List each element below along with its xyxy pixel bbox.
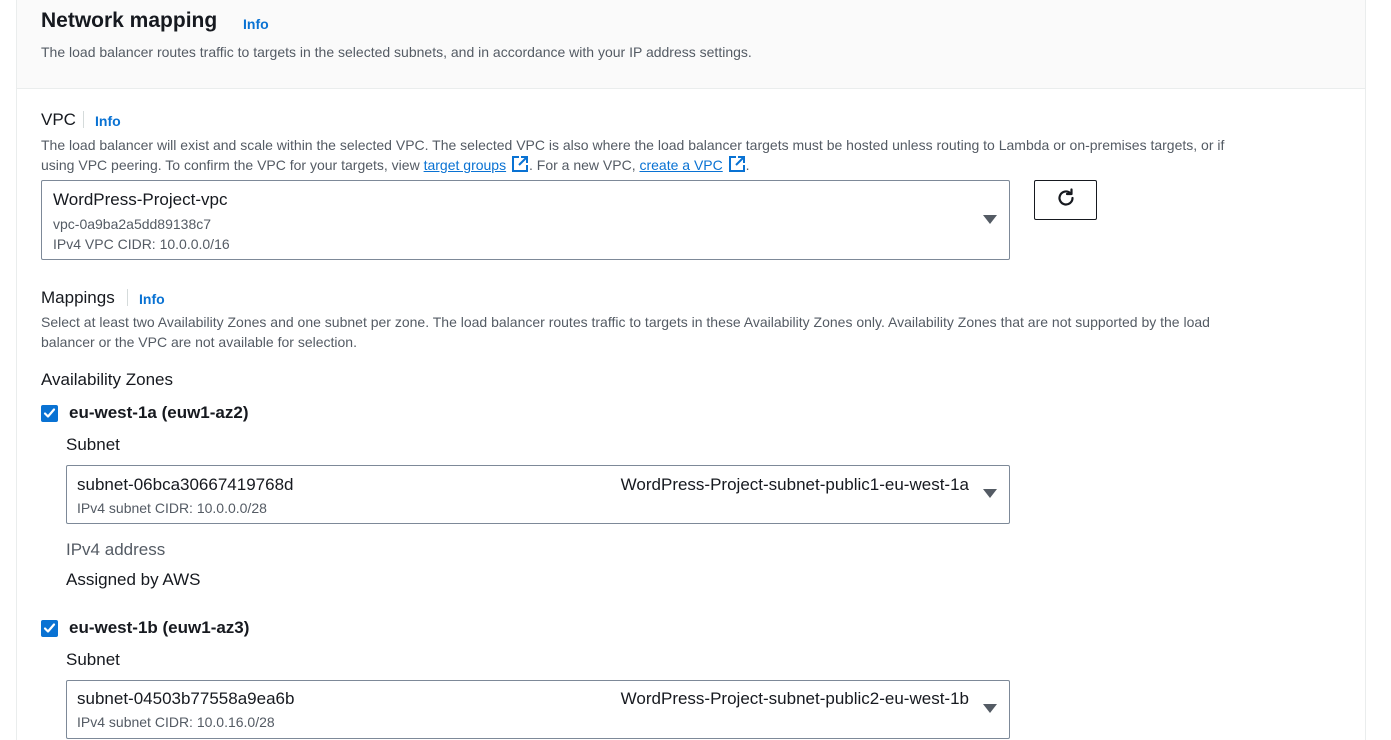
az-checkbox-eu-west-1a[interactable] (41, 405, 58, 422)
mappings-label: Mappings (41, 288, 115, 307)
subnet-name: WordPress-Project-subnet-public1-eu-west… (620, 475, 969, 494)
az-label-eu-west-1b[interactable]: eu-west-1b (euw1-az3) (69, 618, 249, 638)
vpc-description-line2: using VPC peering. To confirm the VPC fo… (41, 155, 750, 178)
vpc-description-mid: . For a new VPC, (528, 157, 640, 173)
vpc-selected-cidr: IPv4 VPC CIDR: 10.0.0.0/16 (53, 236, 230, 252)
subnet-name: WordPress-Project-subnet-public2-eu-west… (620, 689, 969, 708)
vpc-selected-id: vpc-0a9ba2a5dd89138c7 (53, 216, 212, 232)
refresh-icon (1055, 187, 1077, 214)
external-link-icon[interactable] (728, 155, 746, 178)
create-vpc-link[interactable]: create a VPC (639, 157, 722, 173)
vpc-info-link[interactable]: Info (95, 113, 121, 129)
mappings-info-link[interactable]: Info (139, 291, 165, 307)
subnet-select-eu-west-1a[interactable]: subnet-06bca30667419768d WordPress-Proje… (66, 465, 1010, 524)
subnet-cidr: IPv4 subnet CIDR: 10.0.16.0/28 (77, 714, 275, 730)
section-description: The load balancer routes traffic to targ… (41, 44, 752, 60)
mappings-description-line2: balancer or the VPC are not available fo… (41, 334, 357, 350)
subnet-id: subnet-06bca30667419768d (77, 475, 294, 494)
subnet-label: Subnet (66, 435, 120, 454)
vpc-description-line1: The load balancer will exist and scale w… (41, 137, 1225, 153)
az-label-eu-west-1a[interactable]: eu-west-1a (euw1-az2) (69, 403, 249, 423)
az-checkbox-eu-west-1b[interactable] (41, 620, 58, 637)
external-link-icon[interactable] (511, 155, 529, 178)
checkmark-icon (43, 623, 56, 633)
subnet-id: subnet-04503b77558a9ea6b (77, 689, 295, 708)
subnet-select-eu-west-1b[interactable]: subnet-04503b77558a9ea6b WordPress-Proje… (66, 680, 1010, 739)
checkmark-icon (43, 408, 56, 418)
section-info-link[interactable]: Info (243, 16, 269, 32)
subnet-cidr: IPv4 subnet CIDR: 10.0.0.0/28 (77, 500, 267, 516)
chevron-down-icon (983, 489, 997, 498)
vpc-description-post: . (745, 157, 750, 173)
target-groups-link[interactable]: target groups (424, 157, 507, 173)
vpc-selected-name: WordPress-Project-vpc (53, 190, 228, 209)
subnet-label: Subnet (66, 650, 120, 669)
ipv4-address-value: Assigned by AWS (66, 570, 201, 589)
vpc-info-separator (83, 111, 84, 129)
mappings-info-separator (127, 289, 128, 307)
vpc-label: VPC (41, 110, 76, 129)
ipv4-address-label: IPv4 address (66, 540, 166, 559)
availability-zones-heading: Availability Zones (41, 370, 173, 389)
vpc-select[interactable]: WordPress-Project-vpc vpc-0a9ba2a5dd8913… (41, 180, 1010, 260)
refresh-vpc-button[interactable] (1034, 180, 1097, 220)
mappings-description-line1: Select at least two Availability Zones a… (41, 314, 1210, 330)
chevron-down-icon (983, 215, 997, 224)
section-title: Network mapping (41, 9, 218, 32)
vpc-description-pre: using VPC peering. To confirm the VPC fo… (41, 157, 424, 173)
chevron-down-icon (983, 704, 997, 713)
